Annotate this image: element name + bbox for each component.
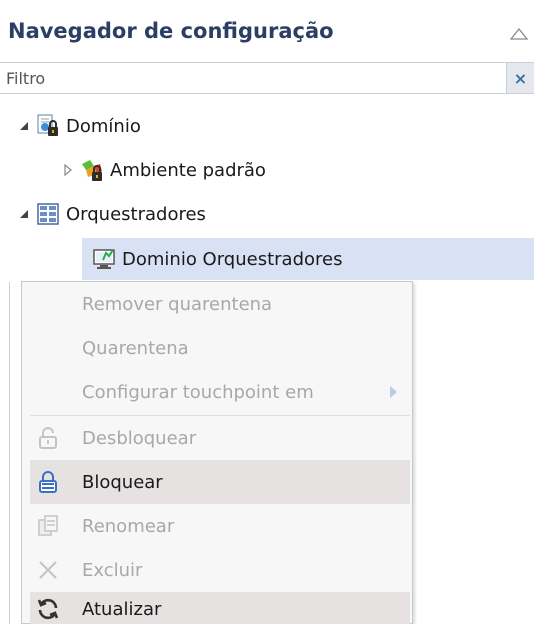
tree-item-orchestrators[interactable]: Orquestradores — [18, 192, 206, 236]
menu-item-unlock[interactable]: Desbloquear — [30, 416, 410, 460]
menu-item-label: Remover quarentena — [82, 293, 273, 315]
rename-icon — [38, 515, 58, 536]
menu-item-lock[interactable]: Bloquear — [30, 460, 410, 504]
unlock-icon — [39, 427, 57, 449]
submenu-arrow-icon — [390, 386, 397, 398]
tree-item-label: Ambiente padrão — [110, 159, 266, 181]
menu-item-delete[interactable]: Excluir — [30, 548, 410, 592]
context-menu: Remover quarentena Quarentena Configurar… — [21, 281, 413, 624]
menu-item-quarantine[interactable]: Quarentena — [30, 326, 410, 370]
menu-item-label: Atualizar — [82, 598, 162, 620]
collapsed-arrow-icon[interactable] — [62, 164, 74, 176]
refresh-icon — [37, 598, 59, 620]
tree-item-default-environment[interactable]: Ambiente padrão — [62, 148, 266, 192]
tree-item-domain[interactable]: Domínio — [18, 104, 141, 148]
menu-item-label: Quarentena — [82, 337, 189, 359]
delete-icon — [39, 561, 57, 579]
menu-item-refresh[interactable]: Atualizar — [30, 592, 410, 624]
panel-header: Navegador de configuração — [0, 0, 534, 64]
expanded-arrow-icon[interactable] — [18, 208, 30, 220]
tree-item-label: Domínio — [66, 115, 141, 137]
clear-filter-button[interactable]: × — [506, 63, 534, 93]
menu-item-label: Excluir — [82, 559, 143, 581]
tree-item-orchestrator-domain[interactable]: Dominio Orquestradores — [82, 238, 534, 280]
menu-item-label: Configurar touchpoint em — [82, 381, 314, 403]
tree-guide-line — [9, 282, 10, 624]
menu-item-label: Renomear — [82, 515, 175, 537]
environment-lock-icon — [82, 160, 102, 181]
collapse-icon[interactable] — [508, 25, 530, 43]
menu-item-rename[interactable]: Renomear — [30, 504, 410, 548]
panel-title: Navegador de configuração — [8, 19, 334, 43]
menu-item-label: Bloquear — [82, 471, 163, 493]
filter-input[interactable] — [0, 63, 506, 93]
expanded-arrow-icon[interactable] — [18, 120, 30, 132]
domain-lock-icon — [37, 114, 58, 136]
tree-item-label: Dominio Orquestradores — [122, 248, 343, 270]
menu-item-configure-touchpoint[interactable]: Configurar touchpoint em — [30, 370, 410, 414]
filter-bar: × — [0, 62, 534, 94]
menu-item-label: Desbloquear — [82, 427, 197, 449]
lock-icon — [39, 471, 57, 493]
tree-item-label: Orquestradores — [66, 203, 206, 225]
orchestrators-icon — [37, 203, 59, 225]
menu-item-remove-quarantine[interactable]: Remover quarentena — [30, 282, 410, 326]
orchestrator-domain-icon — [93, 249, 115, 269]
